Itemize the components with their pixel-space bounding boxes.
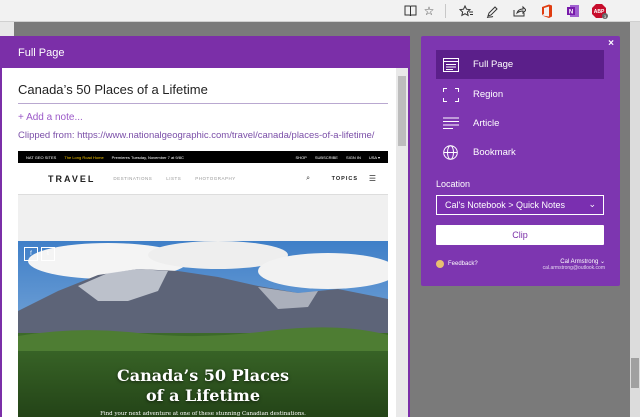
preview-scrollbar[interactable] [396,68,408,417]
mode-label: Region [473,89,504,100]
nav-photography: PHOTOGRAPHY [195,176,236,181]
webpage-preview: NAT GEO SITES The Long Road Home Premier… [18,151,388,417]
toolbar-divider [445,4,446,18]
bookmark-globe-icon [443,145,461,160]
close-icon[interactable]: × [608,38,614,49]
feedback-label: Feedback? [448,261,478,267]
region-icon [443,87,461,102]
clip-preview-pane: Full Page Canada’s 50 Places of a Lifeti… [0,36,410,417]
user-email: cal.armstrong@outlook.com [542,265,605,271]
nav-lists: LISTS [166,176,182,181]
article-icon [443,117,461,131]
signin-link: SIGN IN [345,154,361,160]
promo-title: The Long Road Home [64,154,104,160]
page-scrollbar[interactable] [630,22,640,417]
adblock-icon[interactable]: ABP 3 [592,3,608,19]
pen-icon[interactable] [484,3,500,19]
office-icon[interactable] [539,3,555,19]
share-icon[interactable] [511,3,527,19]
nav-destinations: DESTINATIONS [113,176,153,181]
clipped-from-link[interactable]: Clipped from: https://www.nationalgeogra… [18,130,374,141]
browser-toolbar: ☆ N ABP 3 [0,0,640,22]
favorite-star-icon[interactable]: ☆ [421,3,437,19]
hero-image: f t Canada’s 50 Places of a Lifetime Fin… [18,241,388,417]
smiley-icon [436,260,444,268]
onenote-icon[interactable]: N [565,3,581,19]
hamburger-menu-icon: ☰ [368,174,376,183]
topics-label: TOPICS [331,175,358,182]
social-buttons: f t [24,247,55,261]
region-select: USA ▾ [368,154,380,160]
mode-bookmark[interactable]: Bookmark [436,138,604,167]
travel-section-title: TRAVEL [48,173,96,184]
svg-text:N: N [569,10,573,16]
location-label: Location [436,179,471,189]
search-icon: ⌕ [306,174,310,182]
feedback-link[interactable]: Feedback? [436,260,478,268]
mode-article[interactable]: Article [436,109,604,138]
preview-scrollbar-thumb[interactable] [398,76,406,146]
mode-full-page[interactable]: Full Page [436,50,604,79]
mode-label: Article [473,118,500,129]
user-account[interactable]: Cal Armstrong ⌄ cal.armstrong@outlook.co… [543,258,605,271]
hero-subtitle: Find your next adventure at one of these… [100,411,306,417]
favorites-hub-icon[interactable] [458,3,474,19]
add-note-button[interactable]: + Add a note... [18,112,83,123]
mode-label: Bookmark [473,147,516,158]
mode-region[interactable]: Region [436,80,604,109]
promo-text: Premieres Tuesday, November 7 at 9/8C [111,154,184,160]
location-value: Cal's Notebook > Quick Notes [445,200,566,210]
twitter-icon: t [41,247,55,261]
clip-button[interactable]: Clip [436,225,604,245]
user-name: Cal Armstrong ⌄ [560,259,605,265]
reading-view-icon[interactable] [402,3,418,19]
chevron-down-icon: ⌄ [588,199,596,209]
location-dropdown[interactable]: Cal's Notebook > Quick Notes ⌄ [436,195,604,215]
note-title-input[interactable]: Canada’s 50 Places of a Lifetime [18,82,388,104]
facebook-icon: f [24,247,38,261]
full-page-icon [443,57,461,72]
natgeo-nav: TRAVEL DESTINATIONS LISTS PHOTOGRAPHY ⌕ … [18,163,388,195]
natgeo-topbar: NAT GEO SITES The Long Road Home Premier… [18,151,388,163]
natgeo-sites: NAT GEO SITES [26,154,57,160]
subscribe-link: SUBSCRIBE [314,154,338,160]
page-scrollbar-thumb[interactable] [631,358,639,388]
onenote-clipper-panel: × Full Page Region Article Bookmark Loca… [421,36,620,286]
shop-link: SHOP [295,154,307,160]
mode-label: Full Page [473,59,514,70]
preview-header: Full Page [2,38,408,68]
hero-title: Canada’s 50 Places of a Lifetime [116,366,290,405]
